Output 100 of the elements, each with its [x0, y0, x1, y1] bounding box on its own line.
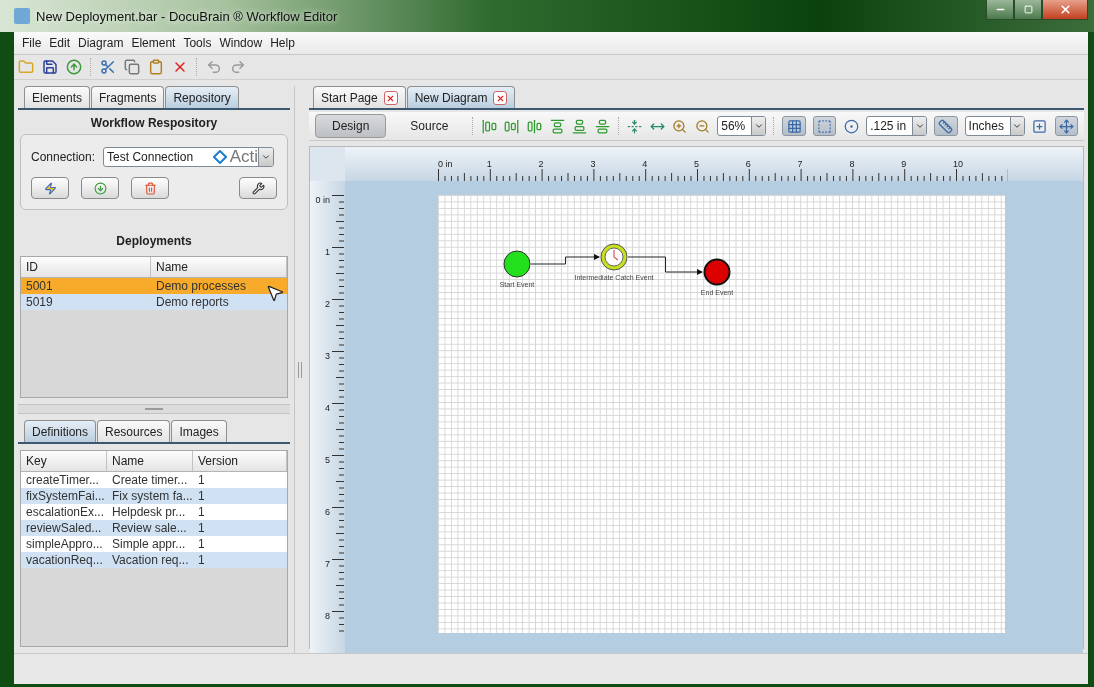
panel-tab[interactable]: Fragments [91, 86, 165, 108]
column-header[interactable]: Name [151, 257, 287, 277]
column-header[interactable]: Key [21, 451, 107, 471]
mode-tab[interactable]: Source [393, 114, 466, 138]
align-right-button[interactable] [504, 117, 520, 135]
fit-height-button[interactable] [626, 117, 643, 135]
table-cell-text: 1 [197, 472, 206, 488]
zoom-in-button[interactable] [671, 117, 688, 135]
start-event-circle [503, 250, 531, 278]
menu-item[interactable]: Help [270, 36, 295, 50]
close-tab-icon[interactable] [383, 91, 398, 105]
ruler-label: 5 [694, 159, 699, 169]
ruler-icon [938, 118, 954, 134]
sequence-flow-arrow [530, 254, 600, 265]
table-cell-text: fixSystemFai... [25, 488, 106, 504]
table-cell-text: escalationEx... [25, 504, 106, 520]
toolbar-dropdown[interactable]: Inches [964, 116, 1025, 136]
close-button[interactable] [1042, 0, 1088, 20]
table-cell-text: 1 [197, 552, 206, 568]
target-icon [843, 118, 859, 134]
panel-tab[interactable]: Definitions [24, 420, 97, 442]
save-icon[interactable] [42, 59, 58, 75]
mode-tab[interactable]: Design [315, 114, 387, 138]
table-cell-text: reviewSaled... [25, 520, 103, 536]
minimize-button[interactable] [986, 0, 1014, 20]
target-button[interactable] [843, 117, 860, 135]
maximize-button[interactable] [1014, 0, 1042, 20]
toolbar-dropdown[interactable]: .125 in [866, 116, 928, 136]
timer-event-icon [600, 243, 628, 271]
align-bottom-icon [572, 118, 588, 134]
settings-button[interactable] [239, 177, 277, 199]
ruler-label: 2 [325, 299, 331, 309]
grid-button[interactable] [782, 116, 806, 136]
add-node-button[interactable] [1031, 117, 1048, 135]
ruler-label: 6 [745, 159, 751, 169]
delete-icon[interactable] [172, 59, 188, 75]
menu-item[interactable]: Window [219, 36, 263, 50]
connection-label: Connection: [31, 150, 96, 164]
cut-icon[interactable] [100, 59, 116, 75]
snap-icon [817, 118, 833, 134]
table-cell-text: 1 [197, 488, 206, 504]
ruler-label: 5 [325, 455, 331, 465]
upload-icon[interactable] [66, 59, 82, 75]
ruler-label: 1 [325, 247, 331, 257]
table-cell-text: Simple appr... [111, 536, 187, 552]
download-button[interactable] [81, 177, 119, 199]
align-middle-button[interactable] [594, 117, 611, 135]
table-cell-text: 5001 [25, 278, 54, 294]
table-row[interactable]: 5001 Demo processes [21, 278, 287, 294]
copy-icon[interactable] [124, 59, 140, 75]
table-cell-text: 1 [197, 504, 206, 520]
caret-icon [914, 121, 925, 131]
menu-item[interactable]: Edit [49, 36, 71, 50]
panel-tab[interactable]: Repository [165, 86, 239, 108]
column-header[interactable]: ID [21, 257, 151, 277]
ruler-label: 3 [590, 159, 596, 169]
grid-icon [786, 118, 802, 134]
ruler-label: 9 [901, 159, 907, 169]
align-left-button[interactable] [481, 117, 498, 135]
table-cell-text: Fix system fa... [111, 488, 194, 504]
snap-button[interactable] [812, 116, 837, 136]
connection-dropdown[interactable]: Test Connection Acti [103, 147, 275, 167]
ruler-button[interactable] [934, 116, 958, 136]
ruler-label: 4 [325, 403, 331, 413]
cursor-icon [265, 283, 285, 303]
ruler-label: 2 [538, 159, 544, 169]
ruler-label: 0 in [438, 159, 453, 169]
column-header[interactable]: Name [107, 451, 193, 471]
diamond-logo-icon [212, 150, 227, 164]
panel-tab[interactable]: Resources [97, 420, 171, 442]
table-cell-text: createTimer... [25, 472, 100, 488]
zoom-out-icon [694, 118, 710, 134]
close-tab-icon[interactable] [493, 91, 508, 105]
document-tab[interactable]: Start Page [313, 86, 406, 108]
align-center-button[interactable] [526, 117, 543, 135]
toolbar-dropdown[interactable]: 56% [717, 116, 767, 136]
add-node-icon [1032, 118, 1048, 134]
table-row[interactable]: 5019 Demo reports [21, 294, 287, 310]
table-cell-text: 1 [197, 520, 206, 536]
document-tab[interactable]: New Diagram [406, 86, 516, 108]
paste-icon[interactable] [148, 59, 164, 75]
align-top-button[interactable] [549, 117, 566, 135]
ruler-label: 4 [642, 159, 648, 169]
panel-tab[interactable]: Elements [24, 86, 91, 108]
ruler-label: 1 [486, 159, 492, 169]
column-header[interactable]: Version [193, 451, 287, 471]
connect-button[interactable] [31, 177, 69, 199]
panel-tab[interactable]: Images [171, 420, 227, 442]
lightning-icon [43, 181, 57, 195]
menu-item[interactable]: Element [131, 36, 176, 50]
align-bottom-button[interactable] [572, 117, 588, 135]
align-top-icon [549, 118, 565, 134]
table-cell-text: simpleAppro... [25, 536, 104, 552]
delete-button[interactable] [131, 177, 169, 199]
trash-icon [143, 181, 157, 195]
zoom-out-button[interactable] [694, 117, 711, 135]
menu-item[interactable]: File [22, 36, 42, 50]
move-button[interactable] [1054, 116, 1079, 136]
menu-item[interactable]: Tools [183, 36, 212, 50]
menu-item[interactable]: Diagram [78, 36, 124, 50]
